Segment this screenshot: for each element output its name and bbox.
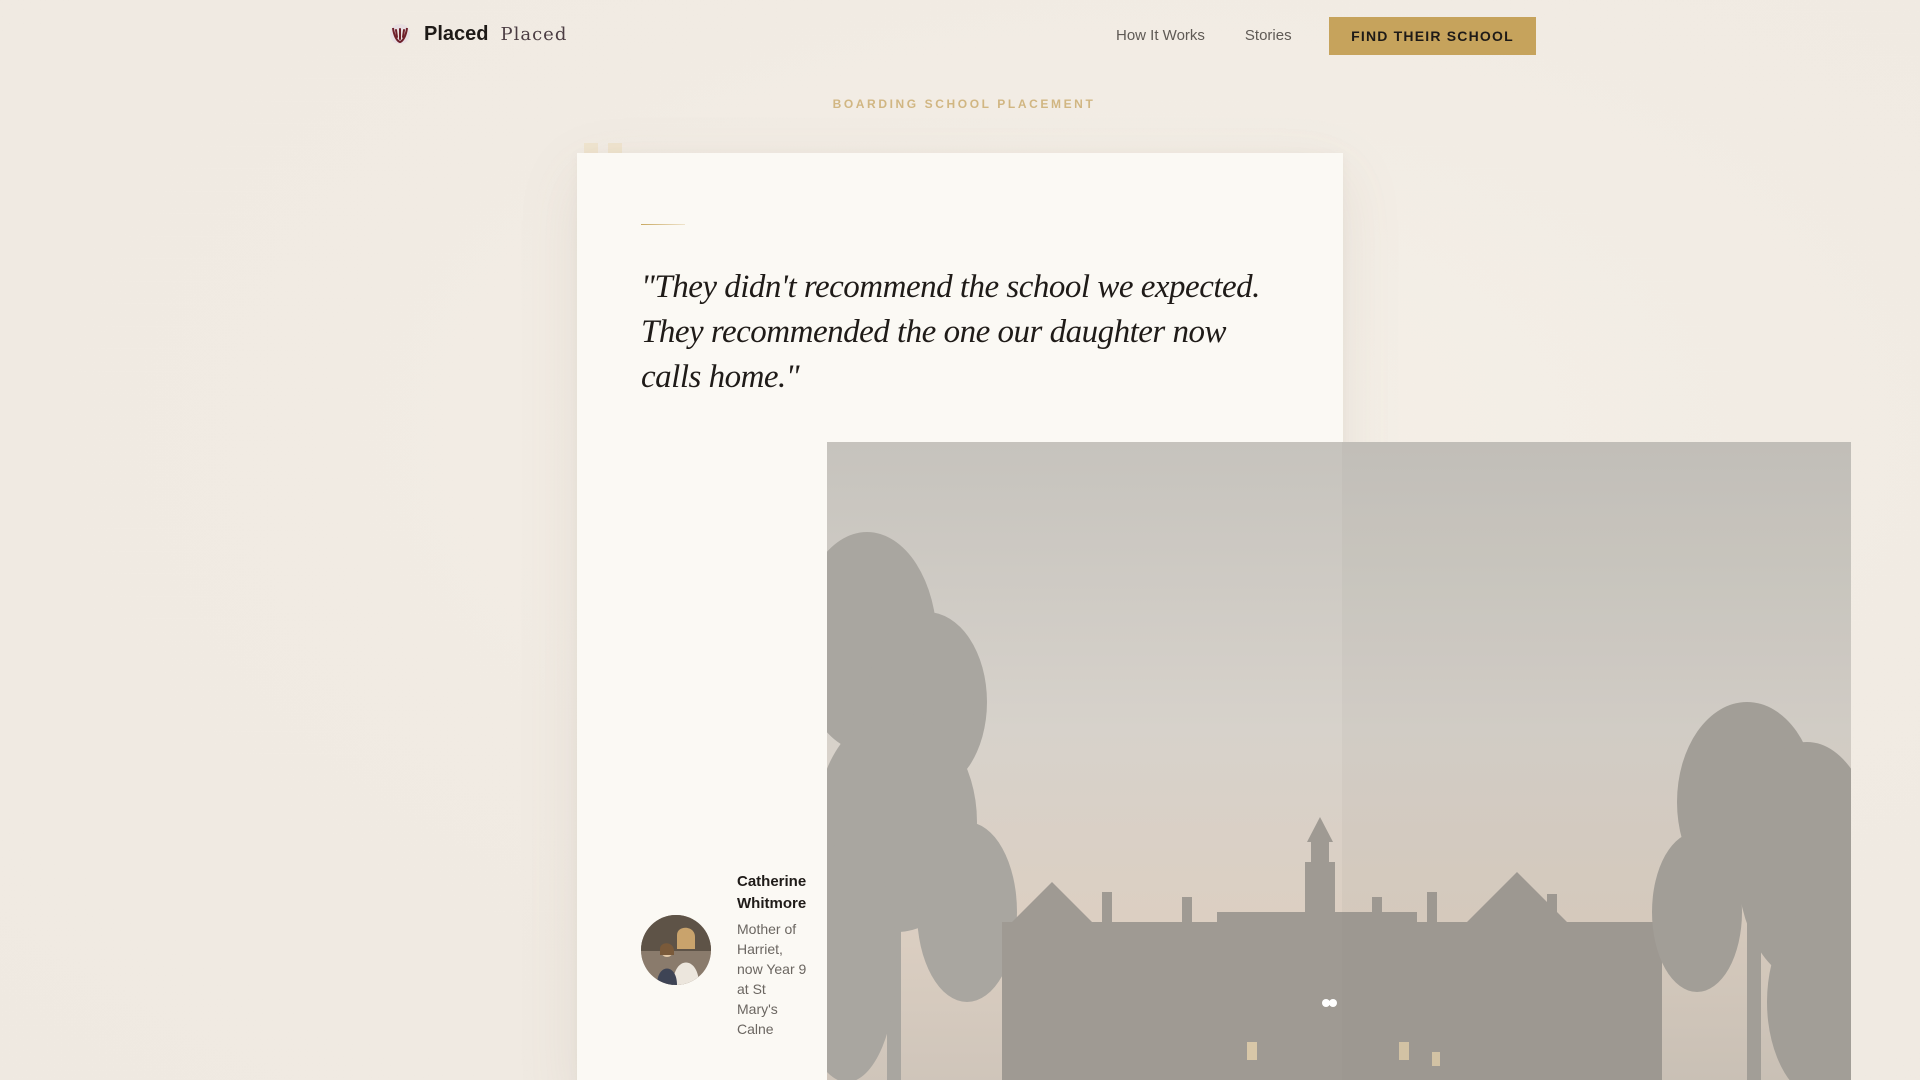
avatar xyxy=(641,915,711,985)
author-name: Catherine Whitmore xyxy=(737,873,807,912)
accent-rule xyxy=(641,224,685,225)
school-photo xyxy=(827,442,1851,1080)
find-their-school-button[interactable]: FIND THEIR SCHOOL xyxy=(1329,17,1536,55)
brand-subtitle: Placed xyxy=(500,23,568,45)
top-nav: Placed Placed How It Works Stories FIND … xyxy=(0,0,1920,72)
nav-link-stories[interactable]: Stories xyxy=(1245,27,1292,44)
carousel-dot-2[interactable] xyxy=(1329,999,1337,1007)
brand-logo[interactable]: Placed Placed xyxy=(388,22,567,46)
section-eyebrow: BOARDING SCHOOL PLACEMENT xyxy=(832,97,1096,111)
quote-mark-icon xyxy=(584,143,622,153)
testimonial-quote: "They didn't recommend the school we exp… xyxy=(641,269,1260,395)
nav-link-how-it-works[interactable]: How It Works xyxy=(1116,27,1205,44)
crest-icon xyxy=(390,24,410,44)
brand-name: Placed xyxy=(424,22,489,45)
nav-links: How It Works Stories xyxy=(1116,27,1332,44)
avatar-photo xyxy=(641,915,711,985)
author-role: Mother of Harriet, now Year 9 at St Mary… xyxy=(737,921,807,1037)
